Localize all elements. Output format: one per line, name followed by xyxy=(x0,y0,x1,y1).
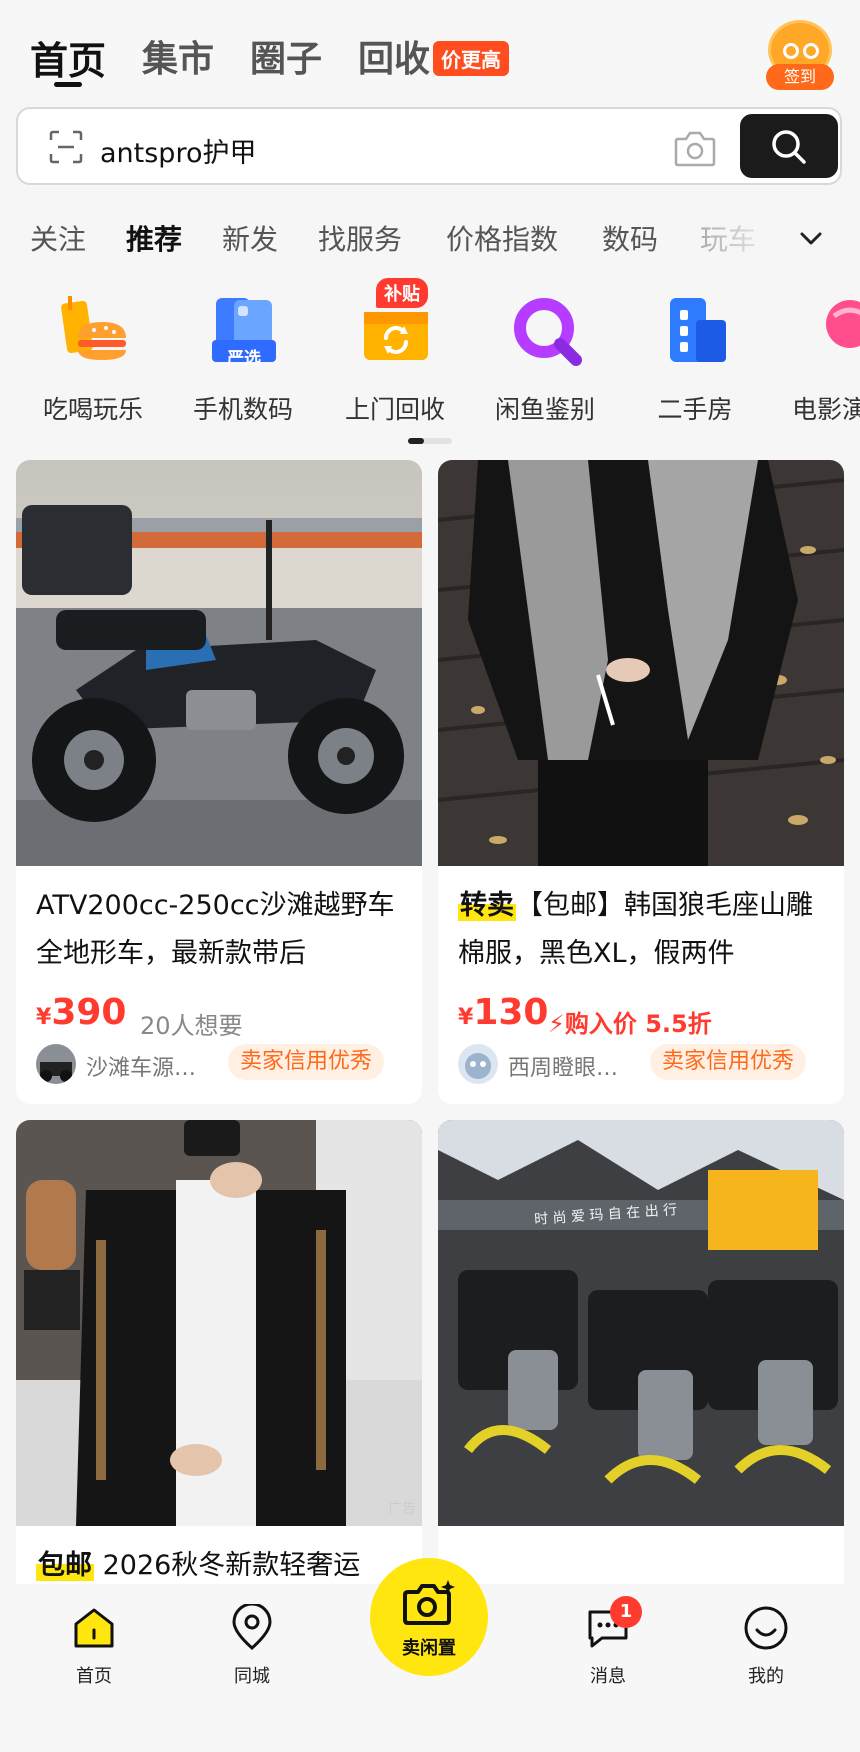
product-title[interactable]: ATV200cc-250cc沙滩越野车全地形车，最新款带后 xyxy=(36,882,406,978)
service-housing-label: 二手房 xyxy=(657,395,733,424)
nav-messages[interactable]: 1 消息 xyxy=(548,1596,668,1694)
resale-tag: 转卖 xyxy=(458,890,516,921)
product-image-scooters[interactable]: 时 尚 爱 玛 自 在 出 行 xyxy=(438,1120,844,1526)
tab-market-label: 集市 xyxy=(142,39,215,80)
purchase-price-discount: ⚡购入价 5.5折 xyxy=(548,1010,712,1038)
service-housing[interactable]: 二手房 xyxy=(620,284,770,424)
seller-name[interactable]: 沙滩车源… xyxy=(86,1050,196,1082)
tab-active-underline xyxy=(54,82,82,87)
service-recycle[interactable]: 补贴 上门回收 xyxy=(320,278,470,424)
credit-badge: 卖家信用优秀 xyxy=(228,1044,385,1080)
service-phone[interactable]: 严选 手机数码 xyxy=(168,284,318,424)
search-button[interactable] xyxy=(740,114,838,178)
product-price: ¥390 xyxy=(36,992,127,1033)
service-food[interactable]: 吃喝玩乐 xyxy=(18,284,168,424)
search-input[interactable]: antspro护甲 xyxy=(100,131,256,170)
product-image-atv[interactable] xyxy=(16,460,422,866)
service-recycle-label: 上门回收 xyxy=(344,395,445,424)
home-icon xyxy=(74,1608,114,1648)
recycle-price-badge: 价更高 xyxy=(433,41,509,76)
magnifier-icon xyxy=(514,298,582,366)
category-tab-new[interactable]: 新发 xyxy=(222,218,278,258)
product-image-jacket[interactable] xyxy=(438,460,844,866)
product-card[interactable]: 时 尚 爱 玛 自 在 出 行 xyxy=(438,1120,844,1600)
publish-button[interactable]: 卖闲置 xyxy=(370,1558,488,1676)
category-tab-follow[interactable]: 关注 xyxy=(30,218,86,258)
nav-home[interactable]: 首页 xyxy=(34,1604,154,1694)
product-image-cardigan[interactable]: 广告 xyxy=(16,1120,422,1526)
building-icon xyxy=(670,298,726,362)
nav-nearby[interactable]: 同城 xyxy=(192,1604,312,1694)
signin-label: 签到 xyxy=(766,64,834,90)
category-tabs: 关注 推荐 新发 找服务 价格指数 数码 玩车 xyxy=(0,218,860,262)
tab-home[interactable]: 首页 xyxy=(30,30,107,87)
tab-recycle[interactable]: 回收 xyxy=(358,30,430,82)
chevron-down-icon[interactable] xyxy=(796,224,826,254)
tab-home-label: 首页 xyxy=(30,39,107,83)
avatar[interactable] xyxy=(458,1044,498,1084)
nav-messages-label: 消息 xyxy=(590,1666,626,1687)
want-count: 20人想要 xyxy=(140,1012,243,1040)
food-icon xyxy=(61,296,126,360)
scan-icon[interactable] xyxy=(48,129,84,165)
nav-nearby-label: 同城 xyxy=(234,1666,270,1687)
service-appraisal[interactable]: 闲鱼鉴别 xyxy=(470,284,620,424)
product-title[interactable]: 转卖【包邮】韩国狼毛座山雕棉服，黑色XL，假两件 xyxy=(458,882,828,978)
camera-icon[interactable] xyxy=(674,129,716,167)
product-price: ¥130 xyxy=(458,992,549,1033)
location-icon xyxy=(232,1604,272,1651)
seller-name[interactable]: 西周瞪眼… xyxy=(508,1050,618,1082)
camera-sparkle-icon xyxy=(403,1580,455,1625)
nav-profile[interactable]: 我的 xyxy=(706,1604,826,1694)
tab-circle[interactable]: 圈子 xyxy=(250,30,322,82)
service-recycle-badge: 补贴 xyxy=(376,278,428,308)
category-tab-recommend[interactable]: 推荐 xyxy=(126,218,182,258)
category-tab-services[interactable]: 找服务 xyxy=(318,218,402,258)
search-bar[interactable]: antspro护甲 xyxy=(16,107,842,185)
product-card[interactable]: 广告 包邮 2026秋冬新款轻奢运 xyxy=(16,1120,422,1600)
lightning-icon: ⚡ xyxy=(548,1010,565,1038)
message-count-badge: 1 xyxy=(610,1596,642,1628)
category-tab-price-index[interactable]: 价格指数 xyxy=(446,218,558,258)
smile-icon xyxy=(744,1606,788,1650)
product-card[interactable]: 转卖【包邮】韩国狼毛座山雕棉服，黑色XL，假两件 ¥130 ⚡购入价 5.5折 … xyxy=(438,460,844,1104)
service-phone-label: 手机数码 xyxy=(192,395,293,424)
product-title[interactable]: 包邮 2026秋冬新款轻奢运 xyxy=(36,1542,416,1590)
product-card[interactable]: ATV200cc-250cc沙滩越野车全地形车，最新款带后 ¥390 20人想要… xyxy=(16,460,422,1104)
nav-home-label: 首页 xyxy=(76,1666,112,1687)
service-appraisal-label: 闲鱼鉴别 xyxy=(494,395,595,424)
top-nav: 首页 集市 圈子 回收 价更高 签到 xyxy=(0,0,860,104)
nav-profile-label: 我的 xyxy=(748,1666,784,1687)
service-scroll-indicator xyxy=(408,438,452,444)
ad-tag: 广告 xyxy=(388,1501,416,1517)
service-movies[interactable]: 电影演 xyxy=(770,284,860,424)
service-movies-label: 电影演 xyxy=(792,395,860,424)
free-shipping-tag: 包邮 xyxy=(36,1550,94,1581)
tab-recycle-label: 回收 xyxy=(358,39,431,80)
service-food-label: 吃喝玩乐 xyxy=(42,395,143,424)
category-fade xyxy=(680,218,780,262)
lollipop-icon xyxy=(826,300,860,348)
avatar[interactable] xyxy=(36,1044,76,1084)
search-icon xyxy=(772,130,806,164)
signin-button[interactable]: 签到 xyxy=(766,20,834,92)
tab-market[interactable]: 集市 xyxy=(142,30,214,82)
publish-label: 卖闲置 xyxy=(402,1638,456,1659)
service-phone-tag: 严选 xyxy=(227,349,261,369)
tab-circle-label: 圈子 xyxy=(250,39,323,80)
category-tab-digital[interactable]: 数码 xyxy=(602,218,658,258)
credit-badge: 卖家信用优秀 xyxy=(650,1044,807,1080)
